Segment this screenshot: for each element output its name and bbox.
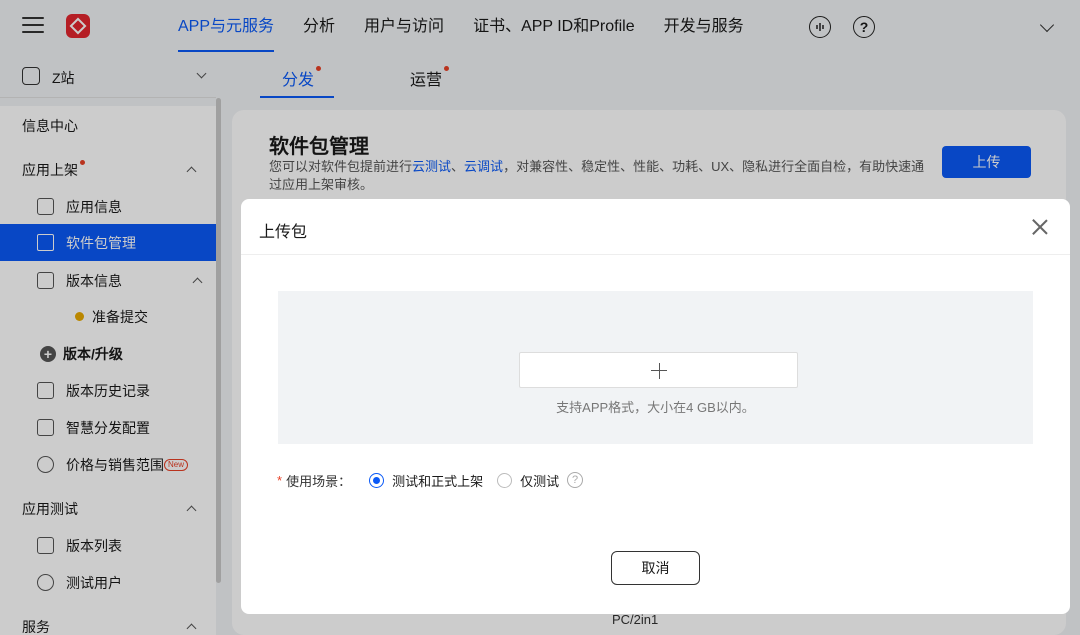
radio-label[interactable]: 仅测试 xyxy=(520,471,559,490)
required-mark: * xyxy=(277,472,283,488)
divider xyxy=(241,254,1070,255)
radio-test-only[interactable] xyxy=(497,472,513,488)
radio-label[interactable]: 测试和正式上架 xyxy=(392,471,483,490)
dialog-title: 上传包 xyxy=(259,224,308,241)
add-file-button[interactable] xyxy=(519,352,798,388)
usage-scenario-field: * 使用场景： 测试和正式上架 仅测试 ? xyxy=(277,470,584,490)
radio-test-and-release[interactable] xyxy=(369,472,385,488)
file-drop-zone[interactable]: 支持APP格式，大小在4 GB以内。 xyxy=(278,291,1033,444)
upload-hint: 支持APP格式，大小在4 GB以内。 xyxy=(556,400,755,415)
help-circle-icon[interactable]: ? xyxy=(567,472,584,488)
upload-package-dialog: 上传包 支持APP格式，大小在4 GB以内。 * 使用场景： 测试和正式上架 仅… xyxy=(241,199,1070,614)
field-label: 使用场景： xyxy=(286,473,352,489)
close-icon[interactable] xyxy=(1032,219,1048,235)
cancel-button[interactable]: 取消 xyxy=(611,551,700,585)
